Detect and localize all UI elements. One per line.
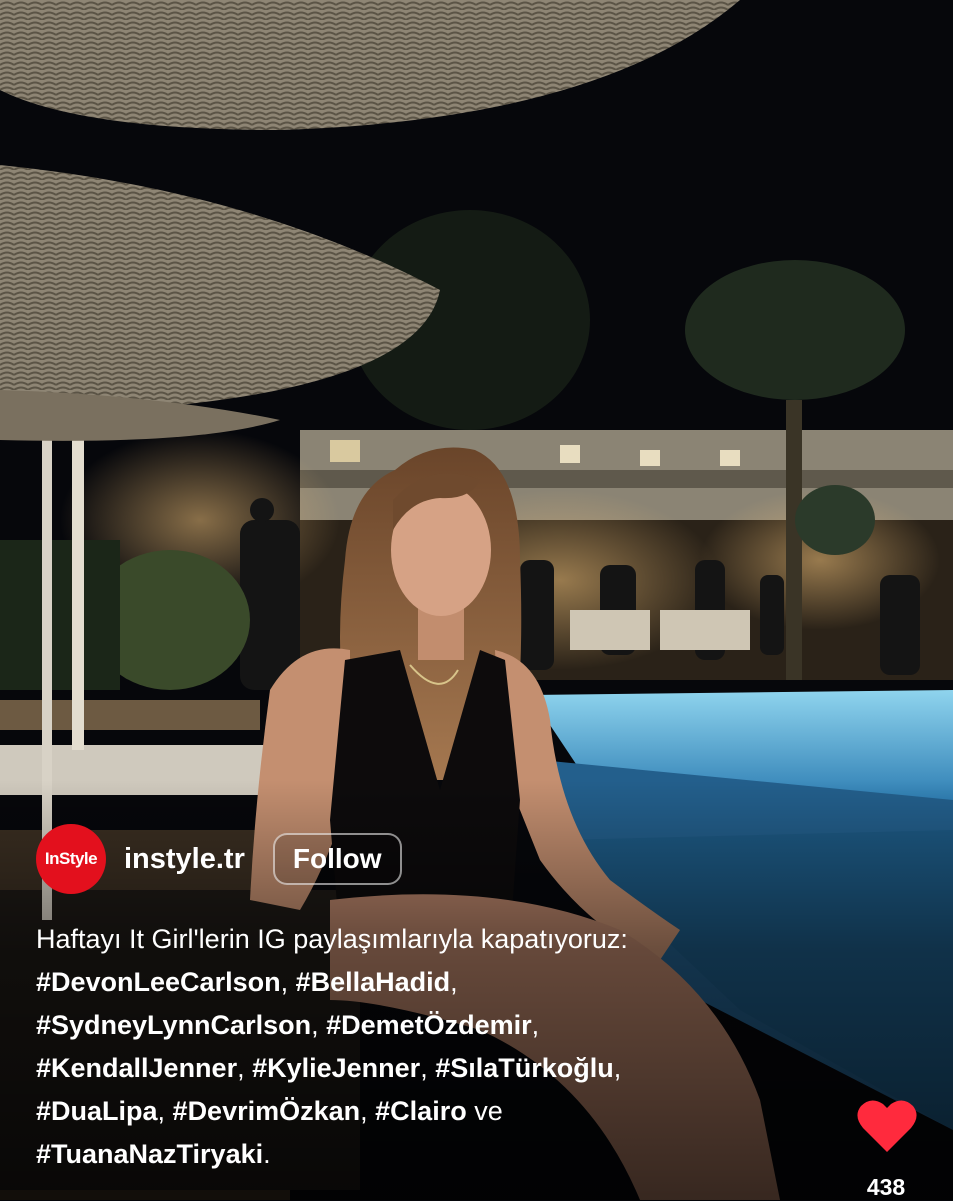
- hashtag[interactable]: #DevonLeeCarlson: [36, 967, 281, 997]
- post-caption[interactable]: Haftayı It Girl'lerin IG paylaşımlarıyla…: [36, 918, 756, 1176]
- like-count: 438: [866, 1174, 906, 1200]
- hashtag[interactable]: #SydneyLynnCarlson: [36, 1010, 311, 1040]
- post-author: InStyle instyle.tr Follow: [36, 824, 402, 894]
- hashtag[interactable]: #SılaTürkoğlu: [435, 1053, 614, 1083]
- hashtag[interactable]: #TuanaNazTiryaki: [36, 1139, 263, 1169]
- hashtag[interactable]: #DevrimÖzkan: [173, 1096, 361, 1126]
- author-handle[interactable]: instyle.tr: [124, 843, 245, 876]
- hashtag[interactable]: #DuaLipa: [36, 1096, 158, 1126]
- follow-button-label: Follow: [292, 843, 382, 874]
- caption-conjunction: ve: [474, 1096, 503, 1126]
- avatar-logo-text: InStyle: [44, 849, 98, 868]
- hashtag[interactable]: #Clairo: [375, 1096, 467, 1126]
- follow-button[interactable]: Follow: [272, 833, 402, 885]
- hashtag[interactable]: #DemetÖzdemir: [326, 1010, 532, 1040]
- caption-intro: Haftayı It Girl'lerin IG paylaşımlarıyla…: [36, 924, 628, 954]
- hashtag[interactable]: #BellaHadid: [296, 967, 451, 997]
- author-avatar[interactable]: InStyle: [36, 824, 106, 894]
- heart-icon[interactable]: [857, 1098, 917, 1154]
- hashtag[interactable]: #KendallJenner: [36, 1053, 237, 1083]
- hashtag[interactable]: #KylieJenner: [252, 1053, 420, 1083]
